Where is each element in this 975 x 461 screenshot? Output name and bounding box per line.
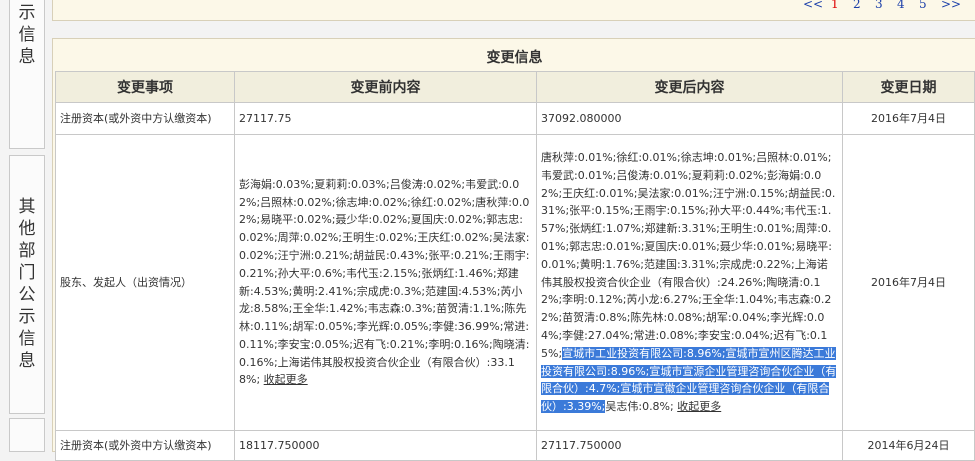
section-title: 变更信息 xyxy=(486,50,543,66)
before-content-text: 彭海娟:0.03%;夏莉莉:0.03%;吕俊涛:0.02%;韦爱武:0.02%;… xyxy=(239,177,530,387)
left-nav: 示信息 其他部门公示信息 xyxy=(0,0,46,452)
collapse-more-link[interactable]: 收起更多 xyxy=(264,373,308,386)
after-content-text: 唐秋萍:0.01%;徐红:0.01%;徐志坤:0.01%;吕照林:0.01%;韦… xyxy=(541,151,836,360)
change-item-cell: 股东、发起人（出资情况） xyxy=(55,134,235,431)
page-link[interactable]: 5 xyxy=(919,0,927,11)
before-content-cell: 彭海娟:0.03%;夏莉莉:0.03%;吕俊涛:0.02%;韦爱武:0.02%;… xyxy=(234,134,537,431)
column-header: 变更后内容 xyxy=(536,71,843,103)
table-row: 股东、发起人（出资情况） 彭海娟:0.03%;夏莉莉:0.03%;吕俊涛:0.0… xyxy=(55,134,975,431)
page-link[interactable]: 3 xyxy=(875,0,883,11)
change-item-cell: 注册资本(或外资中方认缴资本) xyxy=(55,430,235,461)
after-content-cell: 37092.080000 xyxy=(536,102,843,135)
before-content-cell: 18117.750000 xyxy=(234,430,537,461)
column-header: 变更日期 xyxy=(842,71,975,103)
column-header: 变更前内容 xyxy=(234,71,537,103)
change-date-cell: 2016年7月4日 xyxy=(842,102,975,135)
after-content-cell: 唐秋萍:0.01%;徐红:0.01%;徐志坤:0.01%;吕照林:0.01%;韦… xyxy=(536,134,843,431)
nav-item-label: 其他部门公示信息 xyxy=(18,197,36,371)
page-link-current: 1 xyxy=(831,0,839,11)
change-info-table: 变更事项 变更前内容 变更后内容 变更日期 注册资本(或外资中方认缴资本) 27… xyxy=(55,71,975,461)
table-row: 注册资本(或外资中方认缴资本) 18117.750000 27117.75000… xyxy=(55,430,975,461)
nav-item-next[interactable] xyxy=(9,418,45,452)
change-info-panel: 变更信息 变更事项 变更前内容 变更后内容 变更日期 注册资本(或外资中方认缴资… xyxy=(52,38,975,461)
column-header: 变更事项 xyxy=(55,71,235,103)
before-content-cell: 27117.75 xyxy=(234,102,537,135)
nav-item-disclosure[interactable]: 示信息 xyxy=(9,0,45,149)
collapse-more-link[interactable]: 收起更多 xyxy=(677,400,721,413)
after-content-text-tail: 吴志伟:0.8%; xyxy=(605,400,674,414)
prev-page-link[interactable]: << xyxy=(803,0,823,11)
page-link[interactable]: 2 xyxy=(853,0,861,11)
next-page-link[interactable]: >> xyxy=(941,0,961,11)
change-date-cell: 2016年7月4日 xyxy=(842,134,975,431)
page-link[interactable]: 4 xyxy=(897,0,905,11)
after-content-cell: 27117.750000 xyxy=(536,430,843,461)
table-header-row: 变更事项 变更前内容 变更后内容 变更日期 xyxy=(55,71,975,103)
table-row: 注册资本(或外资中方认缴资本) 27117.75 37092.080000 20… xyxy=(55,102,975,135)
nav-item-label: 示信息 xyxy=(18,3,36,67)
change-item-cell: 注册资本(或外资中方认缴资本) xyxy=(55,102,235,135)
previous-section-panel: << 1 2 3 4 5 >> xyxy=(52,0,975,21)
change-date-cell: 2014年6月24日 xyxy=(842,430,975,461)
nav-item-other-dept[interactable]: 其他部门公示信息 xyxy=(9,155,45,414)
